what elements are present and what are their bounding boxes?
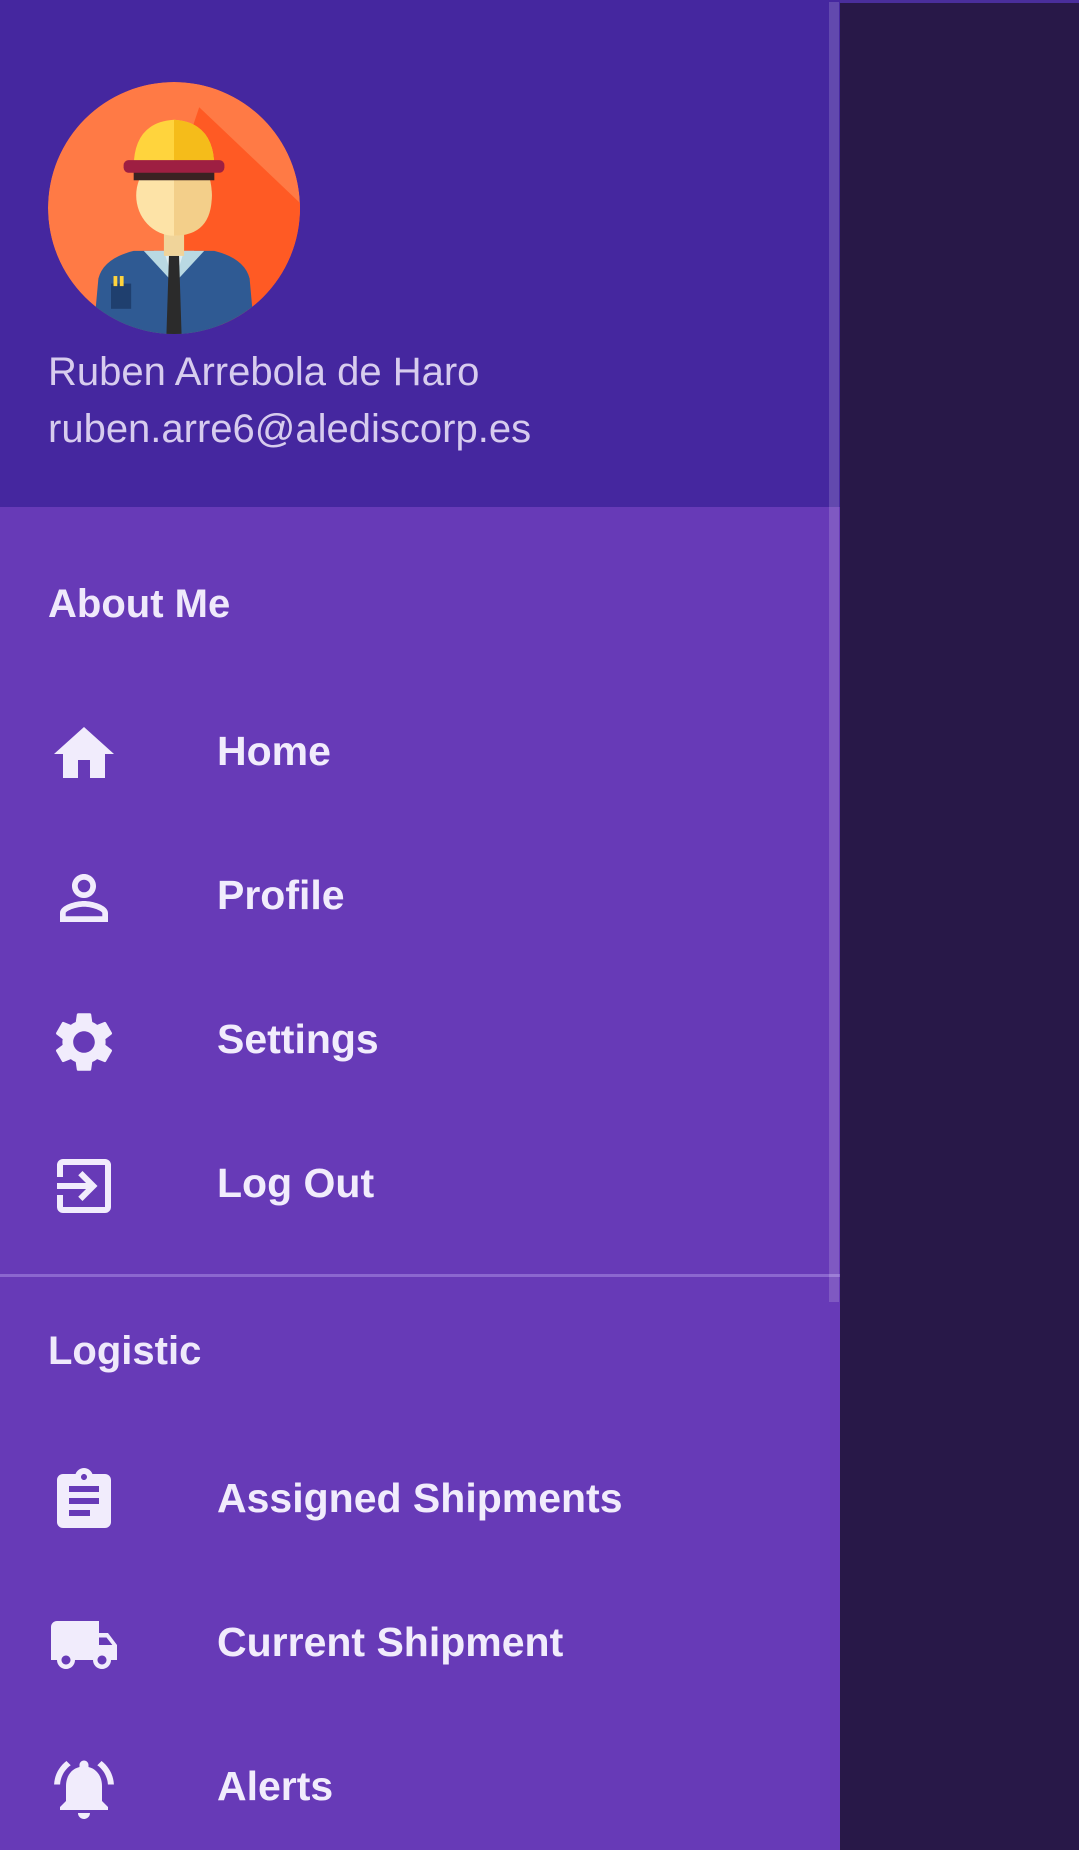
truck-icon	[48, 1609, 120, 1681]
app-bar-edge	[840, 0, 1079, 3]
app-screen: Ruben Arrebola de Haro ruben.arre6@aledi…	[0, 0, 1079, 1850]
logout-icon	[48, 1150, 120, 1222]
menu-label-alerts: Alerts	[217, 1763, 334, 1809]
drawer-scrollbar[interactable]	[829, 2, 839, 1302]
drawer-header: Ruben Arrebola de Haro ruben.arre6@aledi…	[0, 0, 840, 507]
menu-label-settings: Settings	[217, 1016, 379, 1062]
gear-icon	[48, 1006, 120, 1078]
menu-item-log-out[interactable]: Log Out	[0, 1110, 840, 1250]
menu-item-alerts[interactable]: Alerts	[0, 1713, 840, 1850]
user-name: Ruben Arrebola de Haro	[48, 350, 480, 394]
section-divider	[0, 1274, 840, 1277]
person-icon	[48, 862, 120, 934]
worker-avatar-icon[interactable]	[48, 82, 300, 334]
menu-label-log-out: Log Out	[217, 1160, 375, 1206]
navigation-drawer: Ruben Arrebola de Haro ruben.arre6@aledi…	[0, 0, 840, 1850]
menu-item-assigned-shipments[interactable]: Assigned Shipments	[0, 1425, 840, 1565]
menu-item-current-shipment[interactable]: Current Shipment	[0, 1569, 840, 1709]
menu-label-assigned-shipments: Assigned Shipments	[217, 1475, 623, 1521]
drawer-scrim[interactable]	[840, 0, 1079, 1850]
menu-label-profile: Profile	[217, 872, 345, 918]
bell-ringing-icon	[48, 1753, 120, 1825]
section-title-about-me: About Me	[48, 582, 231, 626]
menu-item-profile[interactable]: Profile	[0, 822, 840, 962]
clipboard-icon	[48, 1465, 120, 1537]
menu-item-settings[interactable]: Settings	[0, 966, 840, 1106]
user-email: ruben.arre6@alediscorp.es	[48, 407, 532, 451]
menu-item-home[interactable]: Home	[0, 678, 840, 818]
menu-label-current-shipment: Current Shipment	[217, 1619, 564, 1665]
section-title-logistic: Logistic	[48, 1329, 202, 1373]
home-icon	[48, 718, 120, 790]
menu-label-home: Home	[217, 728, 331, 774]
